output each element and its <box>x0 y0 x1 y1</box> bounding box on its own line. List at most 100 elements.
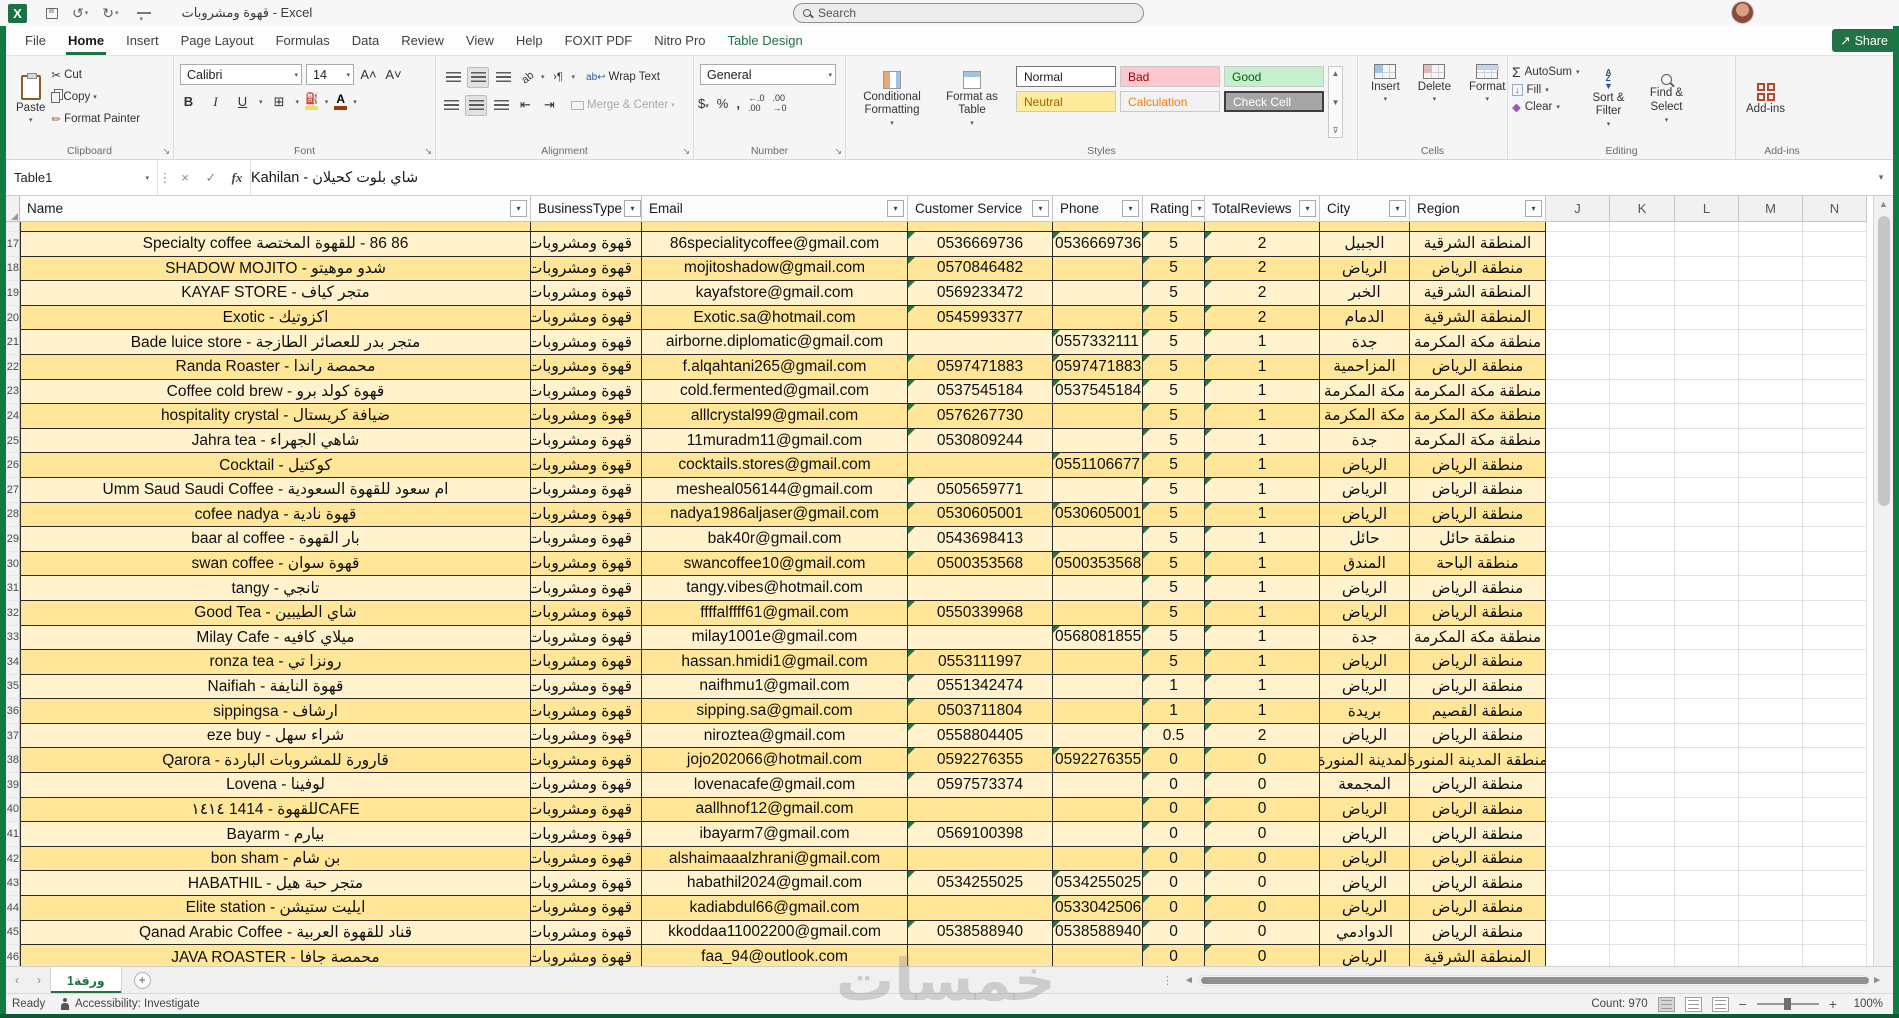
empty-cell[interactable] <box>1739 354 1803 380</box>
row-number[interactable]: 35 <box>6 674 20 700</box>
cell-reviews[interactable]: 2 <box>1205 281 1320 306</box>
cell-phone[interactable] <box>1053 699 1143 724</box>
cell-type[interactable] <box>531 222 642 232</box>
sheet-tab[interactable]: ورقة1 <box>50 967 122 993</box>
cell-rating[interactable]: 0 <box>1143 945 1205 966</box>
cell-rating[interactable]: 5 <box>1143 404 1205 429</box>
empty-cell[interactable] <box>1546 232 1610 257</box>
cell-cs[interactable]: 0570846482 <box>908 256 1053 282</box>
cell-phone[interactable]: 0538588940 <box>1053 920 1143 946</box>
row-number[interactable]: 20 <box>6 305 20 331</box>
cell-name[interactable]: baar al coffee - بار القهوة <box>20 527 531 552</box>
empty-cell[interactable] <box>1803 797 1867 823</box>
cancel-icon[interactable]: × <box>172 160 198 195</box>
cell-type[interactable]: قهوة ومشروبات <box>531 305 642 331</box>
cell-cs[interactable]: 0537545184 <box>908 379 1053 405</box>
cell-rating[interactable]: 5 <box>1143 354 1205 380</box>
currency-icon[interactable]: $▾ <box>698 96 709 111</box>
number-format-select[interactable]: General ▾ <box>700 64 836 85</box>
cell-email[interactable]: cocktails.stores@gmail.com <box>642 453 908 478</box>
cell-city[interactable]: الرياض <box>1320 896 1410 921</box>
cell-style-check-cell[interactable]: Check Cell <box>1224 91 1324 112</box>
empty-cell[interactable] <box>1546 822 1610 847</box>
cell-cs[interactable] <box>908 846 1053 872</box>
cell-reviews[interactable]: 1 <box>1205 576 1320 601</box>
cell-phone[interactable] <box>1053 428 1143 454</box>
empty-cell[interactable] <box>1675 797 1739 823</box>
empty-cell[interactable] <box>1546 699 1610 724</box>
cell-email[interactable]: naifhmu1@gmail.com <box>642 674 908 700</box>
cell-city[interactable]: الرياض <box>1320 650 1410 675</box>
cell-type[interactable]: قهوة ومشروبات <box>531 232 642 257</box>
font-dialog-launcher[interactable]: ↘ <box>424 146 432 157</box>
cell-reviews[interactable]: 1 <box>1205 379 1320 405</box>
cell-cs[interactable]: 0503711804 <box>908 699 1053 724</box>
number-dialog-launcher[interactable]: ↘ <box>834 146 842 157</box>
align-top-icon[interactable] <box>442 67 464 88</box>
redo-icon[interactable]: ↻ ▾ <box>97 5 123 22</box>
cell-style-bad[interactable]: Bad <box>1120 66 1220 87</box>
empty-cell[interactable] <box>1610 222 1675 232</box>
empty-cell[interactable] <box>1675 699 1739 724</box>
cell-reviews[interactable]: 1 <box>1205 404 1320 429</box>
cell-type[interactable]: قهوة ومشروبات <box>531 551 642 577</box>
find-select-button[interactable]: Find & Select ▾ <box>1637 60 1695 138</box>
cell-phone[interactable] <box>1053 945 1143 966</box>
cell-name[interactable]: Qarora - قارورة للمشروبات الباردة <box>20 748 531 774</box>
empty-cell[interactable] <box>1610 822 1675 847</box>
increase-font-icon[interactable]: A˄ <box>358 64 379 85</box>
empty-cell[interactable] <box>1610 846 1675 872</box>
cell-reviews[interactable]: 1 <box>1205 600 1320 626</box>
empty-cell[interactable] <box>1675 674 1739 700</box>
cell-name[interactable]: SHADOW MOJITO - شدو موهيتو <box>20 256 531 282</box>
empty-cell[interactable] <box>1546 281 1610 306</box>
align-center-icon[interactable] <box>465 94 487 116</box>
paste-button[interactable]: Paste ▾ <box>10 60 51 138</box>
row-number[interactable]: 24 <box>6 404 20 429</box>
cell-rating[interactable]: 5 <box>1143 305 1205 331</box>
cell-phone[interactable] <box>1053 222 1143 232</box>
page-layout-view-icon[interactable] <box>1684 996 1702 1012</box>
cell-type[interactable]: قهوة ومشروبات <box>531 896 642 921</box>
cell-email[interactable]: lovenacafe@gmail.com <box>642 773 908 798</box>
empty-cell[interactable] <box>1739 527 1803 552</box>
cell-reviews[interactable]: 1 <box>1205 699 1320 724</box>
cell-region[interactable]: منطقة الرياض <box>1410 773 1546 798</box>
cell-rating[interactable]: 5 <box>1143 477 1205 503</box>
cell-rating[interactable]: 5 <box>1143 600 1205 626</box>
empty-cell[interactable] <box>1803 699 1867 724</box>
cell-city[interactable]: الرياض <box>1320 723 1410 749</box>
align-bottom-icon[interactable] <box>492 67 514 88</box>
cell-type[interactable]: قهوة ومشروبات <box>531 453 642 478</box>
empty-cell[interactable] <box>1803 551 1867 577</box>
cell-type[interactable]: قهوة ومشروبات <box>531 330 642 355</box>
cell-region[interactable]: منطقة الرياض <box>1410 256 1546 282</box>
row-number[interactable]: 23 <box>6 379 20 405</box>
cell-email[interactable]: kadiabdul66@gmail.com <box>642 896 908 921</box>
empty-cell[interactable] <box>1675 896 1739 921</box>
empty-cell[interactable] <box>1675 428 1739 454</box>
cell-phone[interactable] <box>1053 256 1143 282</box>
prev-sheet-icon[interactable]: ‹ <box>6 973 28 987</box>
splitter-handle[interactable]: ⋮ <box>1162 974 1174 987</box>
delete-cells-button[interactable]: Delete ▾ <box>1409 60 1460 107</box>
cell-type[interactable]: قهوة ومشروبات <box>531 945 642 966</box>
cell-cs[interactable] <box>908 330 1053 355</box>
cell-region[interactable]: المنطقة الشرقية <box>1410 945 1546 966</box>
cell-reviews[interactable] <box>1205 222 1320 232</box>
empty-cell[interactable] <box>1610 773 1675 798</box>
tab-file[interactable]: File <box>14 27 57 55</box>
empty-cell[interactable] <box>1546 428 1610 454</box>
cell-name[interactable]: Bayarm - بيارم <box>20 822 531 847</box>
filter-button[interactable]: ▾ <box>624 200 641 217</box>
tab-help[interactable]: Help <box>505 27 554 55</box>
empty-cell[interactable] <box>1610 600 1675 626</box>
empty-cell[interactable] <box>1675 600 1739 626</box>
empty-cell[interactable] <box>1803 502 1867 528</box>
cell-phone[interactable] <box>1053 773 1143 798</box>
search-input[interactable]: Search <box>793 3 1144 23</box>
empty-cell[interactable] <box>1610 896 1675 921</box>
zoom-slider[interactable] <box>1756 998 1819 1010</box>
empty-cell[interactable] <box>1739 281 1803 306</box>
empty-cell[interactable] <box>1675 773 1739 798</box>
